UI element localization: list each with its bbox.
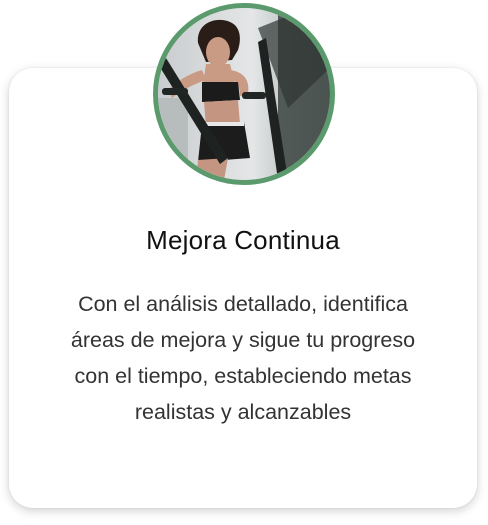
feature-card-stage: Mejora Continua Con el análisis detallad… bbox=[0, 0, 488, 525]
card-title: Mejora Continua bbox=[146, 225, 340, 255]
card-description: Con el análisis detallado, identifica ár… bbox=[70, 292, 416, 424]
woman-on-elliptical-photo-icon bbox=[158, 8, 330, 180]
avatar bbox=[153, 3, 335, 185]
